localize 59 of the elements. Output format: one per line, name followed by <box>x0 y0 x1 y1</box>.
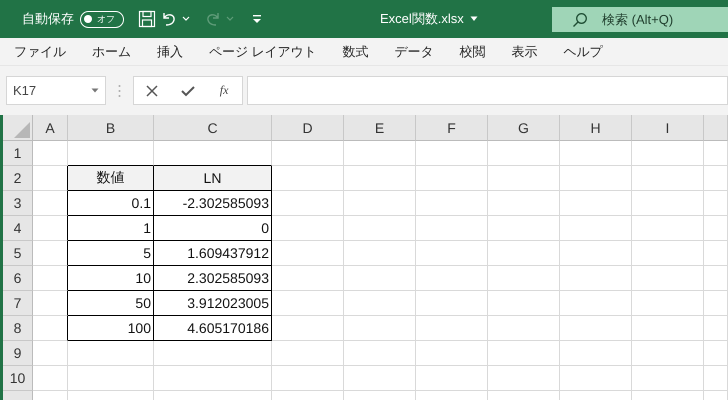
search-field[interactable]: 検索 (Alt+Q) <box>552 6 728 32</box>
customize-icon[interactable] <box>252 14 262 24</box>
formula-input[interactable] <box>247 76 728 105</box>
table-cell: -2.302585093 <box>154 191 272 216</box>
save-icon[interactable] <box>138 10 156 28</box>
select-all-icon[interactable] <box>14 122 30 138</box>
menu-tab[interactable]: 挿入 <box>147 40 193 64</box>
table-header-cell: LN <box>154 166 272 191</box>
table-cell: 2.302585093 <box>154 266 272 291</box>
column-header[interactable]: C <box>154 115 272 141</box>
column-header[interactable]: B <box>68 115 154 141</box>
menu-tab[interactable]: 数式 <box>332 40 379 64</box>
menu-tab[interactable]: データ <box>384 40 444 64</box>
row-header[interactable]: 6 <box>3 266 33 291</box>
table-cell: 5 <box>68 241 154 266</box>
row-header[interactable]: 1 <box>3 141 33 166</box>
grip-icon[interactable] <box>118 84 121 98</box>
table-cell: 10 <box>68 266 154 291</box>
column-header[interactable]: E <box>344 115 416 141</box>
menu-tab[interactable]: ページ レイアウト <box>199 40 327 64</box>
name-box[interactable]: K17 <box>6 76 106 105</box>
caret-icon[interactable] <box>470 16 478 22</box>
table-header-cell: 数値 <box>68 166 154 191</box>
column-header[interactable]: H <box>560 115 632 141</box>
document-title[interactable]: Excel関数.xlsx <box>380 10 464 28</box>
menu-tab[interactable]: 校閲 <box>450 40 496 64</box>
row-header[interactable]: 4 <box>3 216 33 241</box>
column-header[interactable]: F <box>416 115 488 141</box>
menu-tab[interactable]: 表示 <box>502 40 548 64</box>
menu-tab[interactable]: ファイル <box>4 40 76 64</box>
autosave-toggle[interactable]: オフ <box>80 10 124 28</box>
table-cell: 1.609437912 <box>154 241 272 266</box>
table-cell: 50 <box>68 291 154 316</box>
row-header[interactable]: 7 <box>3 291 33 316</box>
check-icon[interactable] <box>180 84 195 96</box>
column-header[interactable] <box>704 115 728 141</box>
row-header[interactable]: 3 <box>3 191 33 216</box>
menu-tab[interactable]: ヘルプ <box>554 40 613 64</box>
autosave-label: 自動保存 <box>22 10 74 28</box>
column-header[interactable]: I <box>632 115 704 141</box>
table-cell: 100 <box>68 316 154 341</box>
table-cell: 3.912023005 <box>154 291 272 316</box>
table-cell: 1 <box>68 216 154 241</box>
table-cell: 0 <box>154 216 272 241</box>
insert-function-button[interactable]: fx <box>218 83 230 98</box>
column-header[interactable]: G <box>488 115 560 141</box>
row-header[interactable]: 8 <box>3 316 33 341</box>
search-icon[interactable] <box>572 12 588 28</box>
table-cell: 0.1 <box>68 191 154 216</box>
column-header[interactable]: A <box>33 115 68 141</box>
dropdown-icon[interactable] <box>91 88 99 93</box>
row-header[interactable]: 2 <box>3 166 33 191</box>
row-header[interactable]: 9 <box>3 341 33 366</box>
cancel-icon[interactable] <box>146 84 158 96</box>
column-header[interactable]: D <box>272 115 344 141</box>
row-header[interactable]: 10 <box>3 366 33 391</box>
table-cell: 4.605170186 <box>154 316 272 341</box>
row-header[interactable]: 5 <box>3 241 33 266</box>
menu-tab[interactable]: ホーム <box>82 40 141 64</box>
